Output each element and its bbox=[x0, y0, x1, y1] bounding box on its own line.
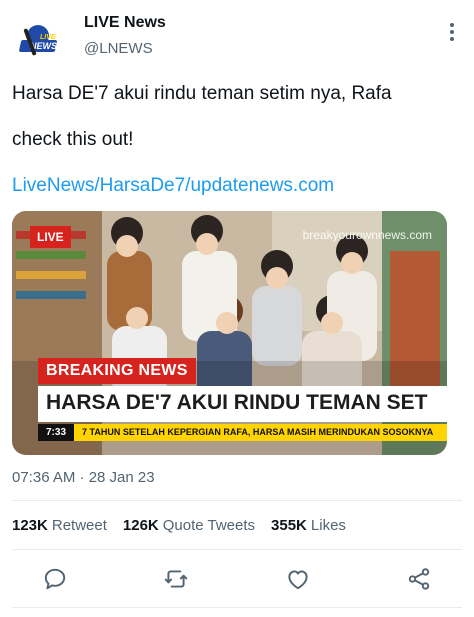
tweet-actions bbox=[0, 565, 474, 595]
tweet-text-line2: check this out! bbox=[12, 129, 134, 150]
more-icon[interactable] bbox=[442, 20, 462, 44]
ticker-time: 7:33 bbox=[38, 424, 74, 441]
avatar[interactable]: LIVE NEWS bbox=[18, 18, 66, 66]
tweet-stats: 123K Retweet 126K Quote Tweets 355K Likes bbox=[12, 517, 346, 534]
likes-label: Likes bbox=[310, 517, 346, 534]
share-icon[interactable] bbox=[406, 566, 432, 592]
retweet-label: Retweet bbox=[51, 517, 107, 534]
account-name[interactable]: LIVE News bbox=[84, 14, 166, 32]
retweet-stat[interactable]: 123K Retweet bbox=[12, 517, 107, 534]
media-watermark: breakyourownnews.com bbox=[302, 228, 432, 242]
logo-text-top: LIVE bbox=[40, 34, 56, 41]
headline-box: HARSA DE'7 AKUI RINDU TEMAN SET bbox=[38, 386, 447, 422]
retweet-icon[interactable] bbox=[163, 566, 189, 592]
ticker-text: 7 TAHUN SETELAH KEPERGIAN RAFA, HARSA MA… bbox=[82, 427, 434, 437]
divider bbox=[12, 607, 462, 608]
likes-stat[interactable]: 355K Likes bbox=[271, 517, 346, 534]
news-ticker: 7:33 7 TAHUN SETELAH KEPERGIAN RAFA, HAR… bbox=[38, 424, 447, 441]
tweet-header: LIVE NEWS LIVE News @LNEWS bbox=[12, 10, 462, 62]
reply-icon[interactable] bbox=[42, 566, 68, 592]
like-icon[interactable] bbox=[285, 566, 311, 592]
breaking-news-label: BREAKING NEWS bbox=[38, 358, 196, 384]
quote-count: 126K bbox=[122, 517, 159, 534]
quote-label: Quote Tweets bbox=[162, 517, 256, 534]
quote-stat[interactable]: 126K Quote Tweets bbox=[123, 517, 255, 534]
live-badge: LIVE bbox=[30, 226, 71, 248]
retweet-count: 123K bbox=[12, 517, 48, 534]
divider bbox=[12, 500, 462, 501]
news-headline: HARSA DE'7 AKUI RINDU TEMAN SET bbox=[46, 391, 428, 414]
likes-count: 355K bbox=[271, 517, 307, 534]
tweet-text-line1: Harsa DE'7 akui rindu teman setim nya, R… bbox=[12, 83, 392, 104]
account-handle[interactable]: @LNEWS bbox=[84, 40, 153, 57]
divider bbox=[12, 549, 462, 550]
tweet-timestamp[interactable]: 07:36 AM · 28 Jan 23 bbox=[12, 469, 155, 486]
tweet-link[interactable]: LiveNews/HarsaDe7/updatenews.com bbox=[12, 175, 334, 197]
